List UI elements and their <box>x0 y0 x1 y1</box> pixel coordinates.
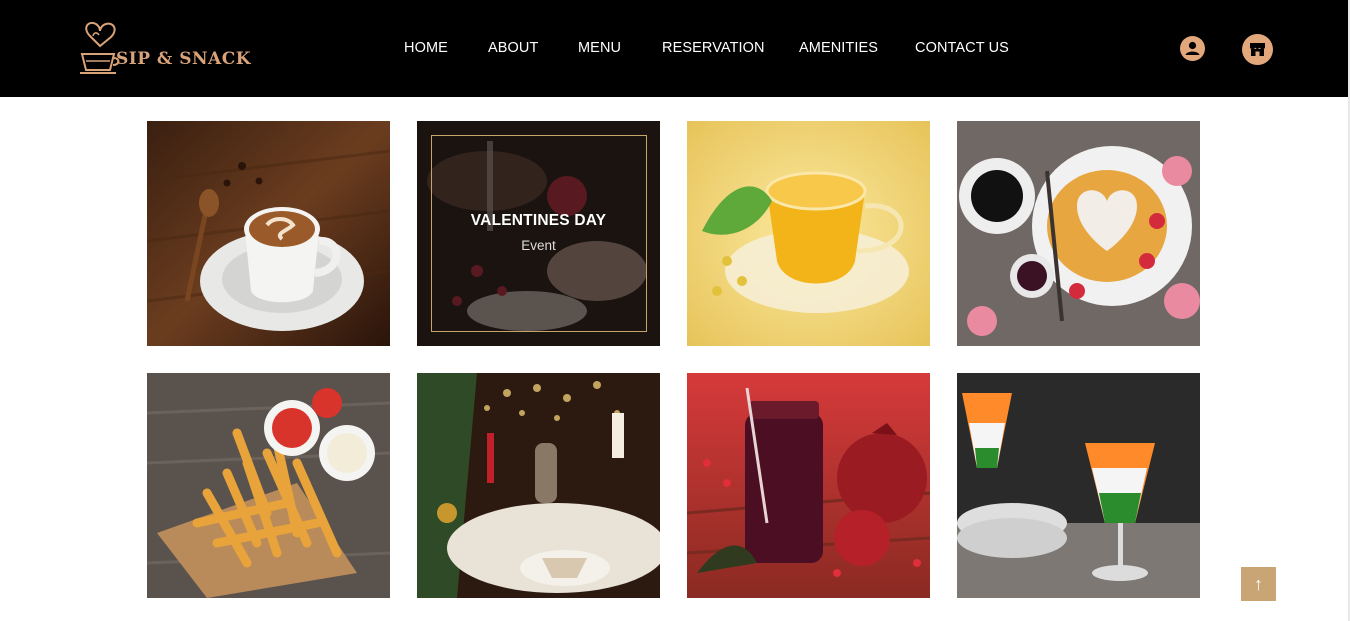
site-header: SIP & SNACK HOME ABOUT MENU RESERVATION … <box>0 0 1350 97</box>
gallery-item[interactable] <box>687 373 930 598</box>
nav-about[interactable]: ABOUT <box>488 40 538 56</box>
cappuccino-image <box>147 121 390 346</box>
brand-logo[interactable]: SIP & SNACK <box>78 18 251 78</box>
tricolor-drinks-image <box>957 373 1200 598</box>
nav-home[interactable]: HOME <box>404 40 448 56</box>
nav-menu[interactable]: MENU <box>578 40 621 56</box>
nav-reservation[interactable]: RESERVATION <box>662 40 765 56</box>
gallery-item-valentines[interactable]: VALENTINES DAY Event <box>417 121 660 346</box>
overlay-subtitle: Event <box>521 238 556 253</box>
gallery-item[interactable] <box>957 121 1200 346</box>
gallery-item[interactable] <box>687 121 930 346</box>
pomegranate-juice-image <box>687 373 930 598</box>
nav-contact-us[interactable]: CONTACT US <box>915 40 1009 56</box>
mothers-day-breakfast-image <box>957 121 1200 346</box>
tile-overlay-frame <box>431 135 647 332</box>
overlay-title: VALENTINES DAY <box>470 212 607 229</box>
gallery-item[interactable] <box>147 121 390 346</box>
store-icon[interactable] <box>1242 34 1273 65</box>
coffee-cup-heart-icon <box>80 22 120 74</box>
nav-amenities[interactable]: AMENITIES <box>799 40 878 56</box>
gallery-item[interactable] <box>957 373 1200 598</box>
gallery-item[interactable] <box>417 373 660 598</box>
christmas-dinner-image <box>417 373 660 598</box>
user-icon[interactable] <box>1180 36 1205 61</box>
arrow-up-icon: ↑ <box>1254 574 1263 594</box>
french-fries-image <box>147 373 390 598</box>
green-tea-image <box>687 121 930 346</box>
gallery-item[interactable] <box>147 373 390 598</box>
back-to-top-button[interactable]: ↑ <box>1241 567 1276 601</box>
brand-name: SIP & SNACK <box>116 49 252 69</box>
